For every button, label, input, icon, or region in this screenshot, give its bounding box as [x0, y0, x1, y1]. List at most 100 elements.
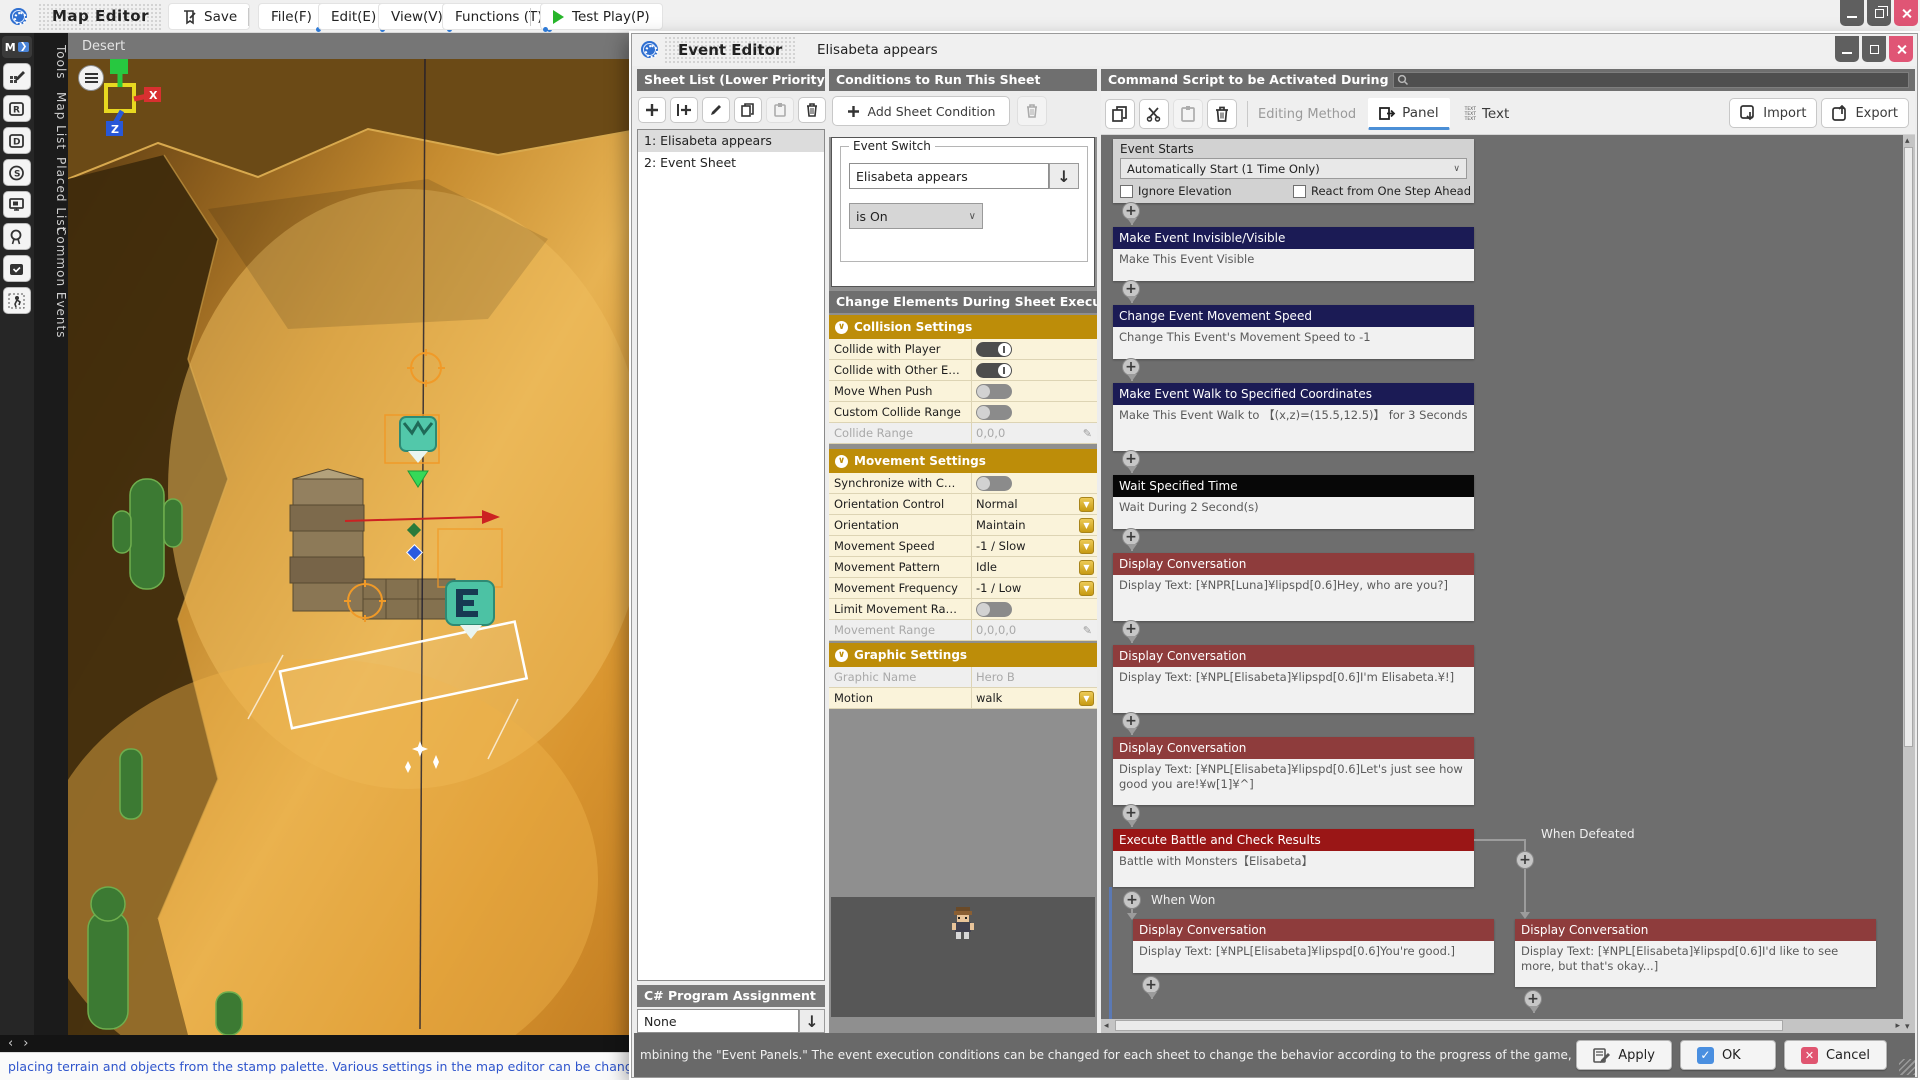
window-minimize-button[interactable] — [1840, 0, 1864, 26]
apply-button[interactable]: Apply — [1576, 1040, 1672, 1070]
database-button[interactable]: D — [3, 127, 31, 154]
sheet-paste-button[interactable] — [766, 97, 794, 123]
movement-pattern-select[interactable]: Idle▼ — [972, 557, 1097, 577]
command-panel[interactable]: Display Conversation Display Text: [¥NPL… — [1113, 645, 1474, 713]
editing-method-text-button[interactable]: TEXTTEXTTEXT Text — [1454, 98, 1521, 130]
insert-command-button[interactable] — [1516, 851, 1534, 869]
export-button[interactable]: Export — [1821, 98, 1909, 128]
insert-command-button[interactable] — [1122, 358, 1140, 376]
command-panel[interactable]: Make Event Walk to Specified Coordinates… — [1113, 383, 1474, 451]
ee-close-button[interactable] — [1889, 36, 1913, 62]
insert-command-button[interactable] — [1122, 804, 1140, 822]
scrollbar-thumb[interactable] — [1115, 1020, 1783, 1031]
motion-select[interactable]: walk▼ — [972, 688, 1097, 708]
command-delete-button[interactable] — [1207, 99, 1237, 129]
dropdown-arrow-icon[interactable]: ▼ — [1079, 560, 1094, 575]
insert-command-button[interactable] — [1122, 280, 1140, 298]
scroll-right-arrow[interactable]: › — [23, 1036, 28, 1051]
graphic-settings-header[interactable]: ∨ Graphic Settings — [829, 643, 1097, 667]
ee-maximize-button[interactable] — [1862, 36, 1886, 62]
ignore-elevation-checkbox[interactable] — [1120, 185, 1133, 198]
move-when-push-toggle[interactable] — [976, 384, 1012, 399]
dropdown-arrow-icon[interactable]: ▼ — [1079, 539, 1094, 554]
switch-state-combo[interactable]: is On∨ — [849, 203, 983, 229]
dropdown-arrow-icon[interactable]: ▼ — [1079, 497, 1094, 512]
cancel-button[interactable]: ✕ Cancel — [1784, 1040, 1887, 1070]
react-one-step-checkbox[interactable] — [1293, 185, 1306, 198]
dropdown-arrow-icon[interactable]: ▼ — [1079, 581, 1094, 596]
insert-command-button[interactable] — [1142, 976, 1160, 994]
movement-frequency-select[interactable]: -1 / Low▼ — [972, 578, 1097, 598]
insert-command-button[interactable] — [1122, 528, 1140, 546]
resize-grip[interactable] — [1899, 1059, 1915, 1075]
horizontal-scrollbar[interactable]: ◂ ▸ — [1101, 1019, 1903, 1033]
command-copy-button[interactable] — [1105, 99, 1135, 129]
command-canvas[interactable]: Event Starts Automatically Start (1 Time… — [1101, 135, 1903, 1019]
sheet-item[interactable]: 1: Elisabeta appears — [638, 130, 824, 152]
command-panel[interactable]: Display Conversation Display Text: [¥NPL… — [1515, 919, 1876, 987]
event-switch-value[interactable]: Elisabeta appears — [849, 163, 1049, 189]
orientation-control-select[interactable]: Normal▼ — [972, 494, 1097, 514]
movement-settings-header[interactable]: ∨ Movement Settings — [829, 449, 1097, 473]
insert-command-button[interactable] — [1122, 620, 1140, 638]
scroll-down-arrow[interactable]: ▾ — [1905, 1022, 1910, 1032]
tab-tools[interactable]: Tools — [34, 41, 68, 80]
display-settings-button[interactable] — [3, 191, 31, 218]
delete-condition-button[interactable] — [1017, 96, 1047, 126]
sheet-insert-button[interactable] — [670, 97, 698, 123]
event-switch-dropdown-button[interactable]: ↓ — [1049, 163, 1079, 189]
sheet-delete-button[interactable] — [798, 97, 826, 123]
scroll-right-arrow[interactable]: ▸ — [1895, 1021, 1900, 1031]
ee-minimize-button[interactable] — [1835, 36, 1859, 62]
command-panel[interactable]: Display Conversation Display Text: [¥NPR… — [1113, 553, 1474, 621]
sheet-rename-button[interactable] — [702, 97, 730, 123]
csharp-dropdown-button[interactable]: ↓ — [799, 1009, 825, 1033]
scroll-left-arrow[interactable]: ◂ — [1104, 1021, 1109, 1031]
command-panel[interactable]: Change Event Movement Speed Change This … — [1113, 305, 1474, 359]
synchronize-toggle[interactable] — [976, 476, 1012, 491]
custom-collide-range-toggle[interactable] — [976, 405, 1012, 420]
collision-settings-header[interactable]: ∨ Collision Settings — [829, 315, 1097, 339]
sheet-add-button[interactable] — [638, 97, 666, 123]
dropdown-arrow-icon[interactable]: ▼ — [1079, 518, 1094, 533]
add-sheet-condition-button[interactable]: Add Sheet Condition — [832, 96, 1010, 126]
sheet-item[interactable]: 2: Event Sheet — [638, 152, 824, 174]
ok-button[interactable]: ✓ OK — [1680, 1040, 1776, 1070]
command-panel[interactable]: Display Conversation Display Text: [¥NPL… — [1133, 919, 1494, 973]
insert-command-button[interactable] — [1122, 712, 1140, 730]
system-button[interactable]: S — [3, 159, 31, 186]
resource-button[interactable]: R — [3, 95, 31, 122]
menu-file[interactable]: File(F) — [258, 3, 325, 30]
vertical-scrollbar[interactable]: ▴ ▾ — [1903, 135, 1915, 1033]
sheet-copy-button[interactable] — [734, 97, 762, 123]
insert-command-button[interactable] — [1123, 891, 1141, 909]
collide-other-toggle[interactable] — [976, 363, 1012, 378]
scroll-up-arrow[interactable]: ▴ — [1905, 136, 1910, 146]
window-close-button[interactable] — [1894, 0, 1918, 26]
event-tool-button[interactable] — [3, 287, 31, 314]
tab-map-list[interactable]: Map List — [34, 88, 68, 150]
insert-command-button[interactable] — [1122, 450, 1140, 468]
map-menu-button[interactable] — [78, 65, 104, 91]
command-search-input[interactable] — [1393, 72, 1909, 88]
limit-movement-range-toggle[interactable] — [976, 602, 1012, 617]
collide-player-toggle[interactable] — [976, 342, 1012, 357]
menu-functions[interactable]: Functions (T) — [442, 3, 556, 30]
map-mode-button[interactable]: M❯ — [2, 36, 32, 58]
orientation-select[interactable]: Maintain▼ — [972, 515, 1097, 535]
tab-placed-list[interactable]: Placed List — [34, 153, 68, 232]
scroll-left-arrow[interactable]: ‹ — [8, 1036, 13, 1051]
insert-command-button[interactable] — [1524, 990, 1542, 1008]
csharp-select[interactable]: None — [637, 1009, 799, 1033]
stamp-tool-button[interactable] — [3, 63, 31, 90]
import-button[interactable]: Import — [1729, 98, 1817, 128]
dropdown-arrow-icon[interactable]: ▼ — [1079, 691, 1094, 706]
insert-command-button[interactable] — [1122, 202, 1140, 220]
command-paste-button[interactable] — [1173, 99, 1203, 129]
map-viewport[interactable]: X Z — [68, 59, 631, 1035]
movement-speed-select[interactable]: -1 / Slow▼ — [972, 536, 1097, 556]
editing-method-panel-button[interactable]: Panel — [1368, 98, 1449, 130]
test-play-button[interactable]: Test Play(P) — [540, 3, 663, 30]
command-panel[interactable]: Make Event Invisible/Visible Make This E… — [1113, 227, 1474, 281]
command-panel-battle[interactable]: Execute Battle and Check Results Battle … — [1113, 829, 1474, 887]
